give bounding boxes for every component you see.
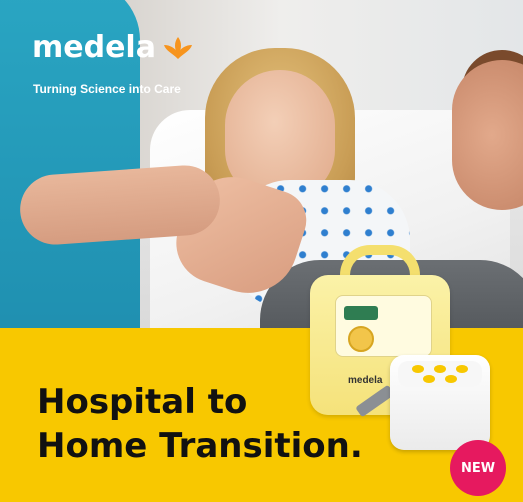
device-dot	[445, 375, 457, 383]
pump-control-panel	[335, 295, 432, 357]
pump-display	[344, 306, 378, 320]
medela-ad-banner: medela Turning Science into Care Hospita…	[0, 0, 523, 502]
pump-brand-label: medela	[348, 375, 383, 386]
logo-wordmark: medela	[32, 30, 156, 65]
device-dot	[412, 365, 424, 373]
medela-flower-icon	[163, 36, 192, 59]
device-dot	[423, 375, 435, 383]
new-badge: NEW	[450, 440, 506, 496]
headline-line-2: Home Transition.	[37, 426, 363, 466]
device-dot	[434, 365, 446, 373]
father-face	[452, 60, 523, 210]
medela-logo: medela	[32, 30, 194, 65]
nurse-arm	[17, 163, 223, 247]
tagline: Turning Science into Care	[33, 82, 181, 96]
pump-knob	[348, 326, 374, 352]
device-dot	[456, 365, 468, 373]
device-top	[398, 361, 482, 387]
portable-pump-device	[390, 355, 490, 450]
